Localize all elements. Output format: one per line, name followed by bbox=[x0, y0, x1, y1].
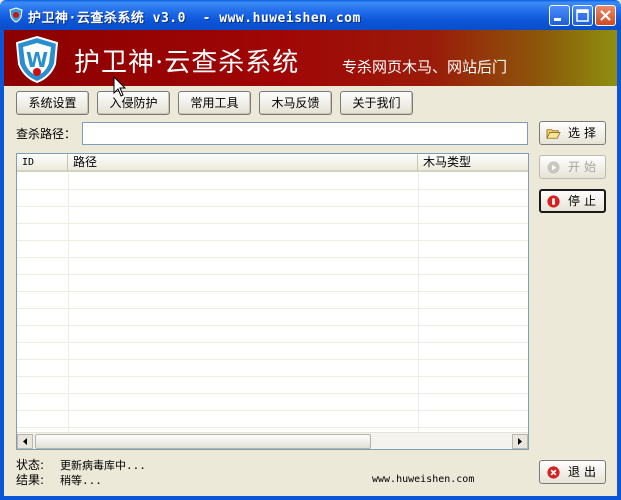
about-us-button[interactable]: 关于我们 bbox=[340, 91, 413, 115]
table-row[interactable] bbox=[17, 275, 528, 292]
play-icon bbox=[547, 161, 560, 174]
window-title: 护卫神·云查杀系统 v3.0 - www.huweishen.com bbox=[28, 11, 361, 26]
title-bar[interactable]: 护卫神·云查杀系统 v3.0 - www.huweishen.com bbox=[0, 0, 621, 30]
column-header-path[interactable]: 路径 bbox=[68, 154, 418, 172]
results-list[interactable]: ID 路径 木马类型 bbox=[16, 153, 529, 450]
table-row[interactable] bbox=[17, 241, 528, 258]
exit-icon bbox=[547, 466, 560, 479]
scroll-left-button[interactable] bbox=[17, 434, 33, 449]
banner-title: 护卫神·云查杀系统 bbox=[74, 48, 300, 78]
exit-button-label: 退出 bbox=[568, 465, 601, 479]
mouse-cursor-icon bbox=[113, 76, 127, 97]
window-frame-left bbox=[0, 30, 4, 500]
table-row[interactable] bbox=[17, 258, 528, 275]
list-rows bbox=[17, 173, 528, 433]
scrollbar-thumb[interactable] bbox=[35, 434, 371, 449]
table-row[interactable] bbox=[17, 411, 528, 428]
table-row[interactable] bbox=[17, 360, 528, 377]
folder-open-icon bbox=[546, 129, 561, 139]
scan-path-input[interactable] bbox=[82, 122, 528, 145]
intrusion-protection-button[interactable]: 入侵防护 bbox=[97, 91, 170, 115]
shield-logo-icon: W bbox=[15, 35, 59, 84]
result-value: 稍等... bbox=[60, 474, 102, 487]
maximize-button[interactable] bbox=[572, 5, 593, 26]
table-row[interactable] bbox=[17, 326, 528, 343]
website-link[interactable]: www.huweishen.com bbox=[372, 474, 474, 485]
close-icon bbox=[600, 10, 611, 21]
exit-button[interactable]: 退出 bbox=[539, 460, 606, 484]
app-shield-icon bbox=[9, 7, 23, 23]
table-row[interactable] bbox=[17, 207, 528, 224]
column-header-trojan-type[interactable]: 木马类型 bbox=[418, 154, 528, 172]
table-row[interactable] bbox=[17, 309, 528, 326]
horizontal-scrollbar[interactable] bbox=[17, 432, 528, 449]
common-tools-button[interactable]: 常用工具 bbox=[178, 91, 251, 115]
scroll-right-button[interactable] bbox=[512, 434, 528, 449]
table-row[interactable] bbox=[17, 190, 528, 207]
window-frame-bottom bbox=[0, 496, 621, 500]
result-label: 结果: bbox=[16, 473, 45, 487]
maximize-icon bbox=[576, 9, 589, 22]
column-divider bbox=[418, 173, 419, 433]
table-row[interactable] bbox=[17, 343, 528, 360]
trojan-feedback-button[interactable]: 木马反馈 bbox=[259, 91, 332, 115]
banner-subtitle: 专杀网页木马、网站后门 bbox=[342, 58, 508, 76]
scan-path-label: 查杀路径： bbox=[16, 127, 77, 141]
minimize-button[interactable] bbox=[549, 5, 570, 26]
close-button[interactable] bbox=[595, 5, 616, 26]
column-divider bbox=[68, 173, 69, 433]
arrow-right-icon bbox=[518, 438, 522, 445]
stop-button[interactable]: 停止 bbox=[539, 189, 606, 213]
status-label: 状态: bbox=[16, 458, 45, 472]
start-button-label: 开始 bbox=[568, 160, 601, 174]
window-frame-right bbox=[617, 30, 621, 500]
arrow-left-icon bbox=[23, 438, 27, 445]
result-line: 结果: 稍等... bbox=[16, 471, 102, 488]
column-header-id[interactable]: ID bbox=[17, 154, 68, 172]
table-row[interactable] bbox=[17, 173, 528, 190]
select-button-label: 选择 bbox=[568, 126, 601, 140]
stop-icon bbox=[547, 195, 560, 208]
list-header: ID 路径 木马类型 bbox=[17, 154, 528, 172]
minimize-icon bbox=[554, 18, 561, 21]
system-settings-button[interactable]: 系统设置 bbox=[16, 91, 89, 115]
banner: W 护卫神·云查杀系统 专杀网页木马、网站后门 bbox=[4, 30, 617, 86]
stop-button-label: 停止 bbox=[568, 194, 601, 208]
table-row[interactable] bbox=[17, 394, 528, 411]
table-row[interactable] bbox=[17, 377, 528, 394]
table-row[interactable] bbox=[17, 224, 528, 241]
start-button[interactable]: 开始 bbox=[539, 155, 606, 179]
table-row[interactable] bbox=[17, 292, 528, 309]
select-button[interactable]: 选择 bbox=[539, 121, 606, 145]
